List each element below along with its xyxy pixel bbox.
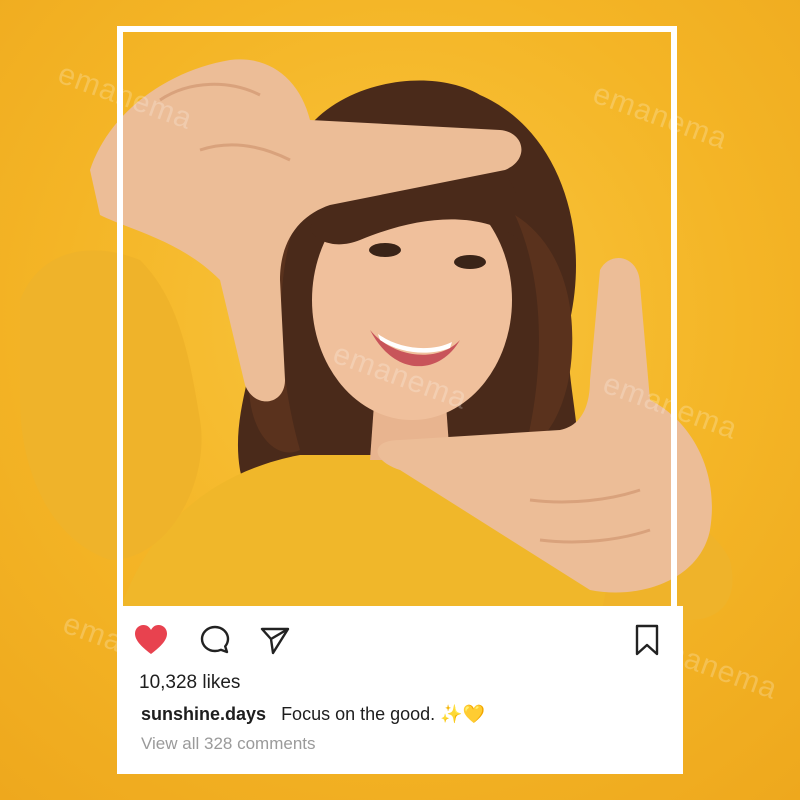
caption: sunshine.days Focus on the good. ✨💛 xyxy=(141,704,671,725)
send-icon xyxy=(260,627,290,655)
post-actions xyxy=(117,622,683,658)
view-comments-link[interactable]: View all 328 comments xyxy=(141,734,316,754)
heart-icon xyxy=(135,625,167,654)
post-card: 10,328 likes sunshine.days Focus on the … xyxy=(117,606,683,774)
share-button[interactable] xyxy=(257,622,293,658)
bookmark-icon xyxy=(635,624,659,656)
caption-text: Focus on the good. ✨💛 xyxy=(281,704,485,724)
save-button[interactable] xyxy=(629,622,665,658)
like-button[interactable] xyxy=(133,622,169,658)
comment-button[interactable] xyxy=(197,622,233,658)
username[interactable]: sunshine.days xyxy=(141,704,266,724)
comment-icon xyxy=(200,625,230,654)
likes-count[interactable]: 10,328 likes xyxy=(139,672,240,694)
